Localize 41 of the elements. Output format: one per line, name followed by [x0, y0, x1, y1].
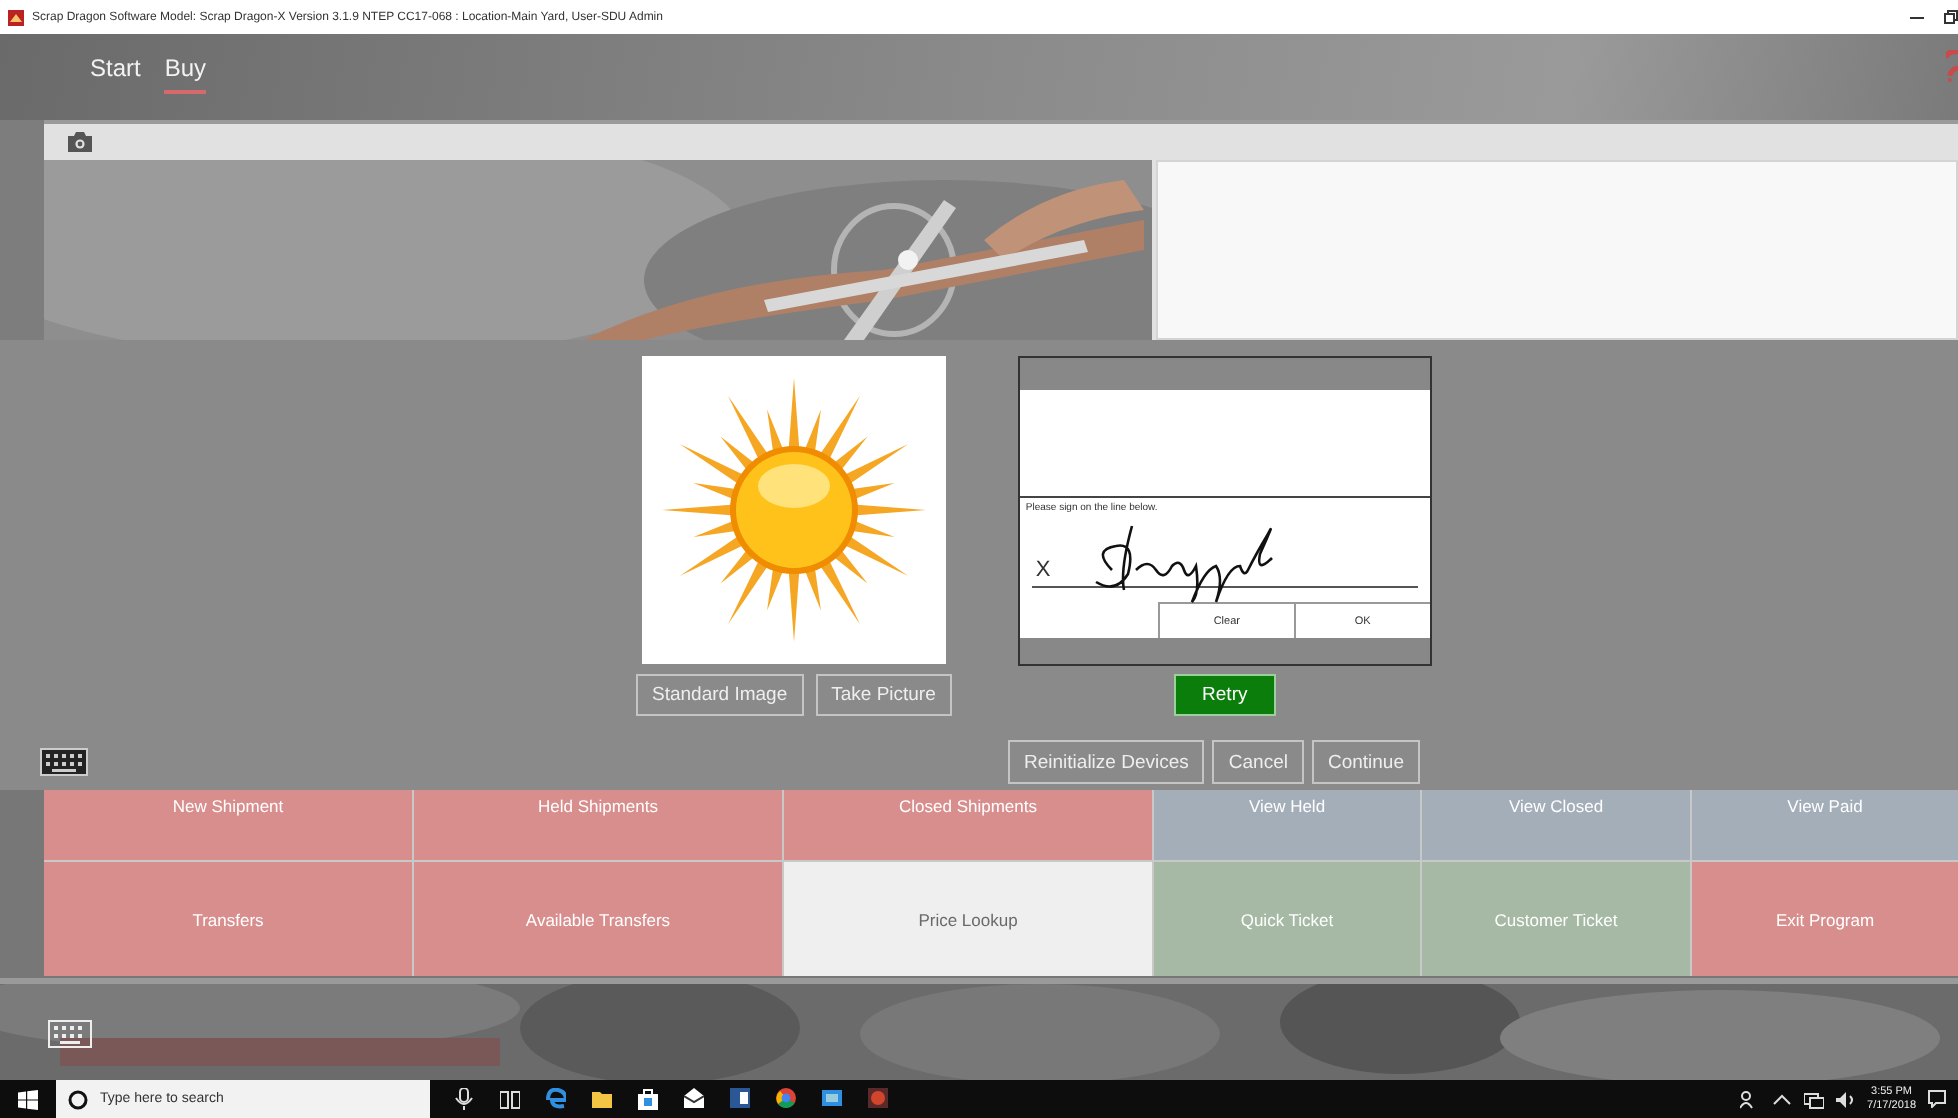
menu-tile[interactable]: Customer Ticket [1422, 862, 1690, 976]
keyboard-icon[interactable] [40, 748, 88, 776]
chevron-up-icon[interactable] [1771, 1089, 1792, 1109]
browser-icon[interactable] [546, 1088, 566, 1110]
menu-tile[interactable]: Transfers [44, 862, 412, 976]
take-picture-button[interactable]: Take Picture [815, 674, 952, 716]
volume-icon[interactable] [1835, 1089, 1856, 1109]
nav-tab[interactable]: Start [90, 34, 141, 94]
window-icon[interactable] [822, 1088, 842, 1110]
notification-icon[interactable] [1928, 1090, 1946, 1108]
menu-tile[interactable]: New Shipment [44, 790, 412, 860]
task-view-icon[interactable] [500, 1088, 520, 1110]
search-icon [68, 1089, 88, 1109]
x-mark: X [1035, 558, 1051, 582]
menu-tile[interactable]: View Closed [1422, 790, 1690, 860]
retry-button[interactable]: Retry [1173, 674, 1276, 716]
microphone-icon[interactable] [454, 1088, 474, 1110]
menu-tile[interactable]: Closed Shipments [784, 790, 1152, 860]
menu-tile[interactable]: View Paid [1692, 790, 1958, 860]
envelope-icon[interactable] [684, 1088, 704, 1110]
app-icon[interactable] [868, 1088, 888, 1110]
app-icon [8, 9, 24, 25]
restore-icon[interactable] [1944, 10, 1958, 24]
menu-tile[interactable]: Available Transfers [414, 862, 782, 976]
menu-tile[interactable]: View Held [1154, 790, 1420, 860]
document-icon[interactable] [730, 1088, 750, 1110]
windows-icon[interactable] [18, 1089, 38, 1109]
menu-tile[interactable]: Price Lookup [784, 862, 1152, 976]
menu-tile[interactable]: Exit Program [1692, 862, 1958, 976]
continue-button[interactable]: Continue [1311, 740, 1420, 784]
camera-icon[interactable] [68, 132, 92, 152]
menu-tile[interactable]: Held Shipments [414, 790, 782, 860]
menu-tile[interactable]: Quick Ticket [1154, 862, 1420, 976]
reinitialize-button[interactable]: Reinitialize Devices [1008, 740, 1205, 784]
circle-icon[interactable] [776, 1088, 796, 1110]
standard-image-button[interactable]: Standard Image [636, 674, 804, 716]
cancel-button[interactable]: Cancel [1212, 740, 1304, 784]
nav-tab[interactable]: Buy [164, 34, 207, 94]
shopping-bag-icon[interactable] [638, 1088, 658, 1110]
network-icon[interactable] [1803, 1089, 1824, 1109]
folder-icon[interactable] [592, 1088, 612, 1110]
